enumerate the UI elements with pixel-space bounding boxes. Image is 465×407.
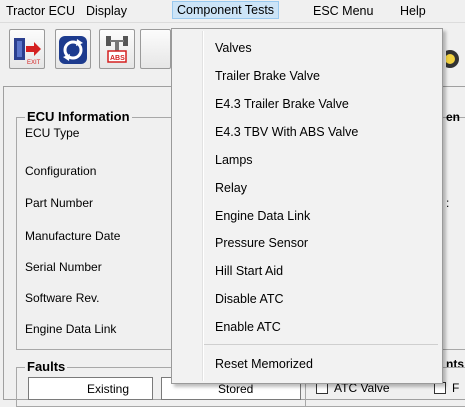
manufacture-date-label: Manufacture Date [25,229,121,243]
menu-help[interactable]: Help [400,4,426,18]
menu-item-lamps[interactable]: Lamps [215,153,253,167]
menu-item-trailer-brake-valve[interactable]: Trailer Brake Valve [215,69,320,83]
toolbar-icon-clipped[interactable] [446,49,460,69]
ecu-type-label: ECU Type [25,126,80,140]
configuration-label: Configuration [25,164,97,178]
menu-item-relay[interactable]: Relay [215,181,247,195]
menu-item-hill-start-aid[interactable]: Hill Start Aid [215,264,283,278]
component-tests-menu: Valves Trailer Brake Valve E4.3 Trailer … [171,28,443,384]
menu-component-tests[interactable]: Component Tests [172,1,280,19]
menu-item-enable-atc[interactable]: Enable ATC [215,320,281,334]
menu-bar: Tractor ECU Display Component Tests ESC … [0,0,465,23]
clipped-checkbox-label: F [452,381,460,395]
ecu-information-legend: ECU Information [25,109,132,124]
svg-text:EXIT: EXIT [27,60,41,66]
menu-item-reset-memorized[interactable]: Reset Memorized [215,357,313,371]
clipped-colon: : [446,196,450,210]
menu-item-e43-tbv-with-abs-valve[interactable]: E4.3 TBV With ABS Valve [215,125,358,139]
stored-label: Stored [218,382,254,396]
menu-item-valves[interactable]: Valves [215,41,252,55]
engine-data-link-label: Engine Data Link [25,322,117,336]
faults-legend: Faults [25,359,68,374]
menu-esc-menu[interactable]: ESC Menu [313,4,373,18]
refresh-button[interactable] [55,29,91,69]
toolbar-button-clipped[interactable] [140,29,171,69]
software-rev-label: Software Rev. [25,291,100,305]
part-number-label: Part Number [25,196,94,210]
menu-separator [204,344,438,345]
existing-faults-button[interactable]: Existing [28,377,153,400]
gauge-icon [446,50,459,68]
menu-tractor-ecu[interactable]: Tractor ECU [6,4,75,18]
clipped-group-legend-top: en [446,110,461,124]
svg-text:ABS: ABS [110,55,125,62]
refresh-icon [59,36,87,64]
abs-axle-icon: ABS [106,36,128,63]
menu-item-e43-trailer-brake-valve[interactable]: E4.3 Trailer Brake Valve [215,97,349,111]
exit-button[interactable]: EXIT [9,29,45,69]
menu-display[interactable]: Display [86,4,127,18]
abs-button[interactable]: ABS [99,29,135,69]
menu-item-disable-atc[interactable]: Disable ATC [215,292,284,306]
menu-item-pressure-sensor[interactable]: Pressure Sensor [215,236,308,250]
exit-icon: EXIT [14,38,41,66]
menu-item-engine-data-link[interactable]: Engine Data Link [215,209,310,223]
serial-number-label: Serial Number [25,260,102,274]
menu-gutter [202,31,204,381]
existing-label: Existing [87,382,130,396]
